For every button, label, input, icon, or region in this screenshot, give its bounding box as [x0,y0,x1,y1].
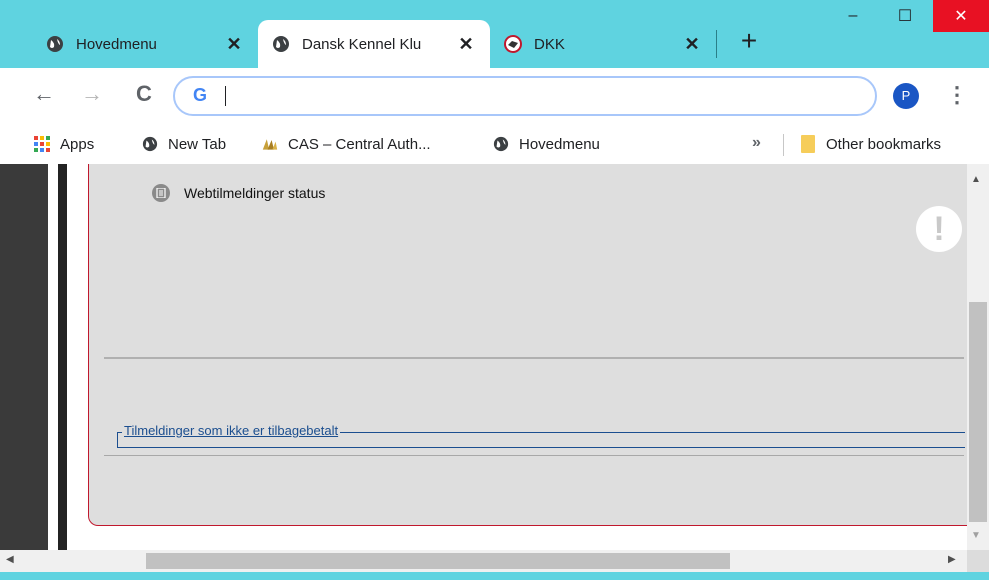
page-sidebar [0,164,48,550]
sidebar-gap [48,164,58,550]
bookmark-label: Hovedmenu [519,135,600,153]
scrollbar-corner [967,550,989,572]
other-bookmarks[interactable]: Other bookmarks [800,132,941,156]
unrefunded-registrations-link[interactable]: Tilmeldinger som ikke er tilbagebetalt [122,423,341,438]
globe-icon [46,35,64,53]
tab-divider [716,30,717,58]
globe-icon [142,136,158,152]
bookmarks-overflow-button[interactable]: » [752,134,761,152]
horizontal-scroll-thumb[interactable] [146,553,730,569]
dkk-logo-icon [504,35,522,53]
back-button[interactable]: ← [30,80,58,108]
panel-border [88,164,89,514]
sidebar-edge [58,164,67,550]
bookmark-apps[interactable]: Apps [34,132,94,156]
bookmark-cas[interactable]: CAS – Central Auth... [262,132,431,156]
bookmark-label: New Tab [168,135,227,153]
bookmark-label: Apps [60,135,95,153]
document-icon [152,184,170,202]
menu-item-webtilmeldinger-status[interactable]: Webtilmeldinger status [152,184,325,202]
scroll-up-icon[interactable]: ▲ [971,174,981,185]
menu-item-label: Webtilmeldinger status [184,185,326,201]
section-divider [104,357,964,359]
new-tab-button[interactable]: + [737,27,761,55]
tab-hovedmenu[interactable]: Hovedmenu ✕ [32,20,258,68]
tab-title: Dansk Kennel Klu [302,35,422,53]
scroll-left-icon[interactable]: ◀ [6,554,14,565]
tab-title: DKK [534,35,565,53]
scroll-down-icon[interactable]: ▼ [971,530,981,541]
browser-window: Hovedmenu ✕ Dansk Kennel Klu ✕ DKK ✕ + –… [0,0,989,580]
tab-close-icon[interactable]: ✕ [224,34,244,54]
apps-grid-icon [34,136,50,152]
tab-dansk-kennel-klub[interactable]: Dansk Kennel Klu ✕ [258,20,490,68]
bookmark-label: Other bookmarks [826,135,942,153]
vertical-scrollbar[interactable]: ▲ ▼ [967,164,989,550]
bookmark-label: CAS – Central Auth... [288,135,431,153]
maximize-button[interactable]: ☐ [881,0,929,32]
tab-strip: Hovedmenu ✕ Dansk Kennel Klu ✕ DKK ✕ + –… [0,0,989,68]
alert-icon[interactable]: ! [916,206,962,252]
browser-menu-icon[interactable]: ⋮ [946,80,968,110]
minimize-button[interactable]: – [829,0,877,32]
tab-close-icon[interactable]: ✕ [682,34,702,54]
profile-avatar[interactable]: P [893,83,919,109]
address-bar[interactable]: G [173,76,877,116]
close-window-button[interactable]: ✕ [933,0,989,32]
folder-icon [800,135,816,153]
horizontal-scrollbar[interactable]: ◀ ▶ [0,550,967,572]
globe-icon [493,136,509,152]
content-panel [88,164,968,526]
globe-icon [272,35,290,53]
bookmark-hovedmenu[interactable]: Hovedmenu [493,132,600,156]
address-input[interactable] [223,84,843,108]
tab-title: Hovedmenu [76,35,157,53]
forward-button[interactable]: → [78,80,106,108]
reload-button[interactable]: C [130,80,158,108]
tab-dkk[interactable]: DKK ✕ [490,20,716,68]
cas-logo-icon [262,136,278,152]
tab-close-icon[interactable]: ✕ [456,34,476,54]
page-viewport: Webtilmeldinger status ! Tilmeldinger so… [0,164,989,572]
vertical-scroll-thumb[interactable] [969,302,987,522]
browser-toolbar: ← → C G P ⋮ [0,68,989,124]
section-divider [104,455,964,456]
bookmarks-bar: Apps New Tab CAS – Central Auth... Hoved… [0,124,989,288]
bookmarks-divider [783,134,784,156]
bookmark-new-tab[interactable]: New Tab [142,132,226,156]
google-icon: G [193,85,208,105]
scroll-right-icon[interactable]: ▶ [948,554,956,565]
